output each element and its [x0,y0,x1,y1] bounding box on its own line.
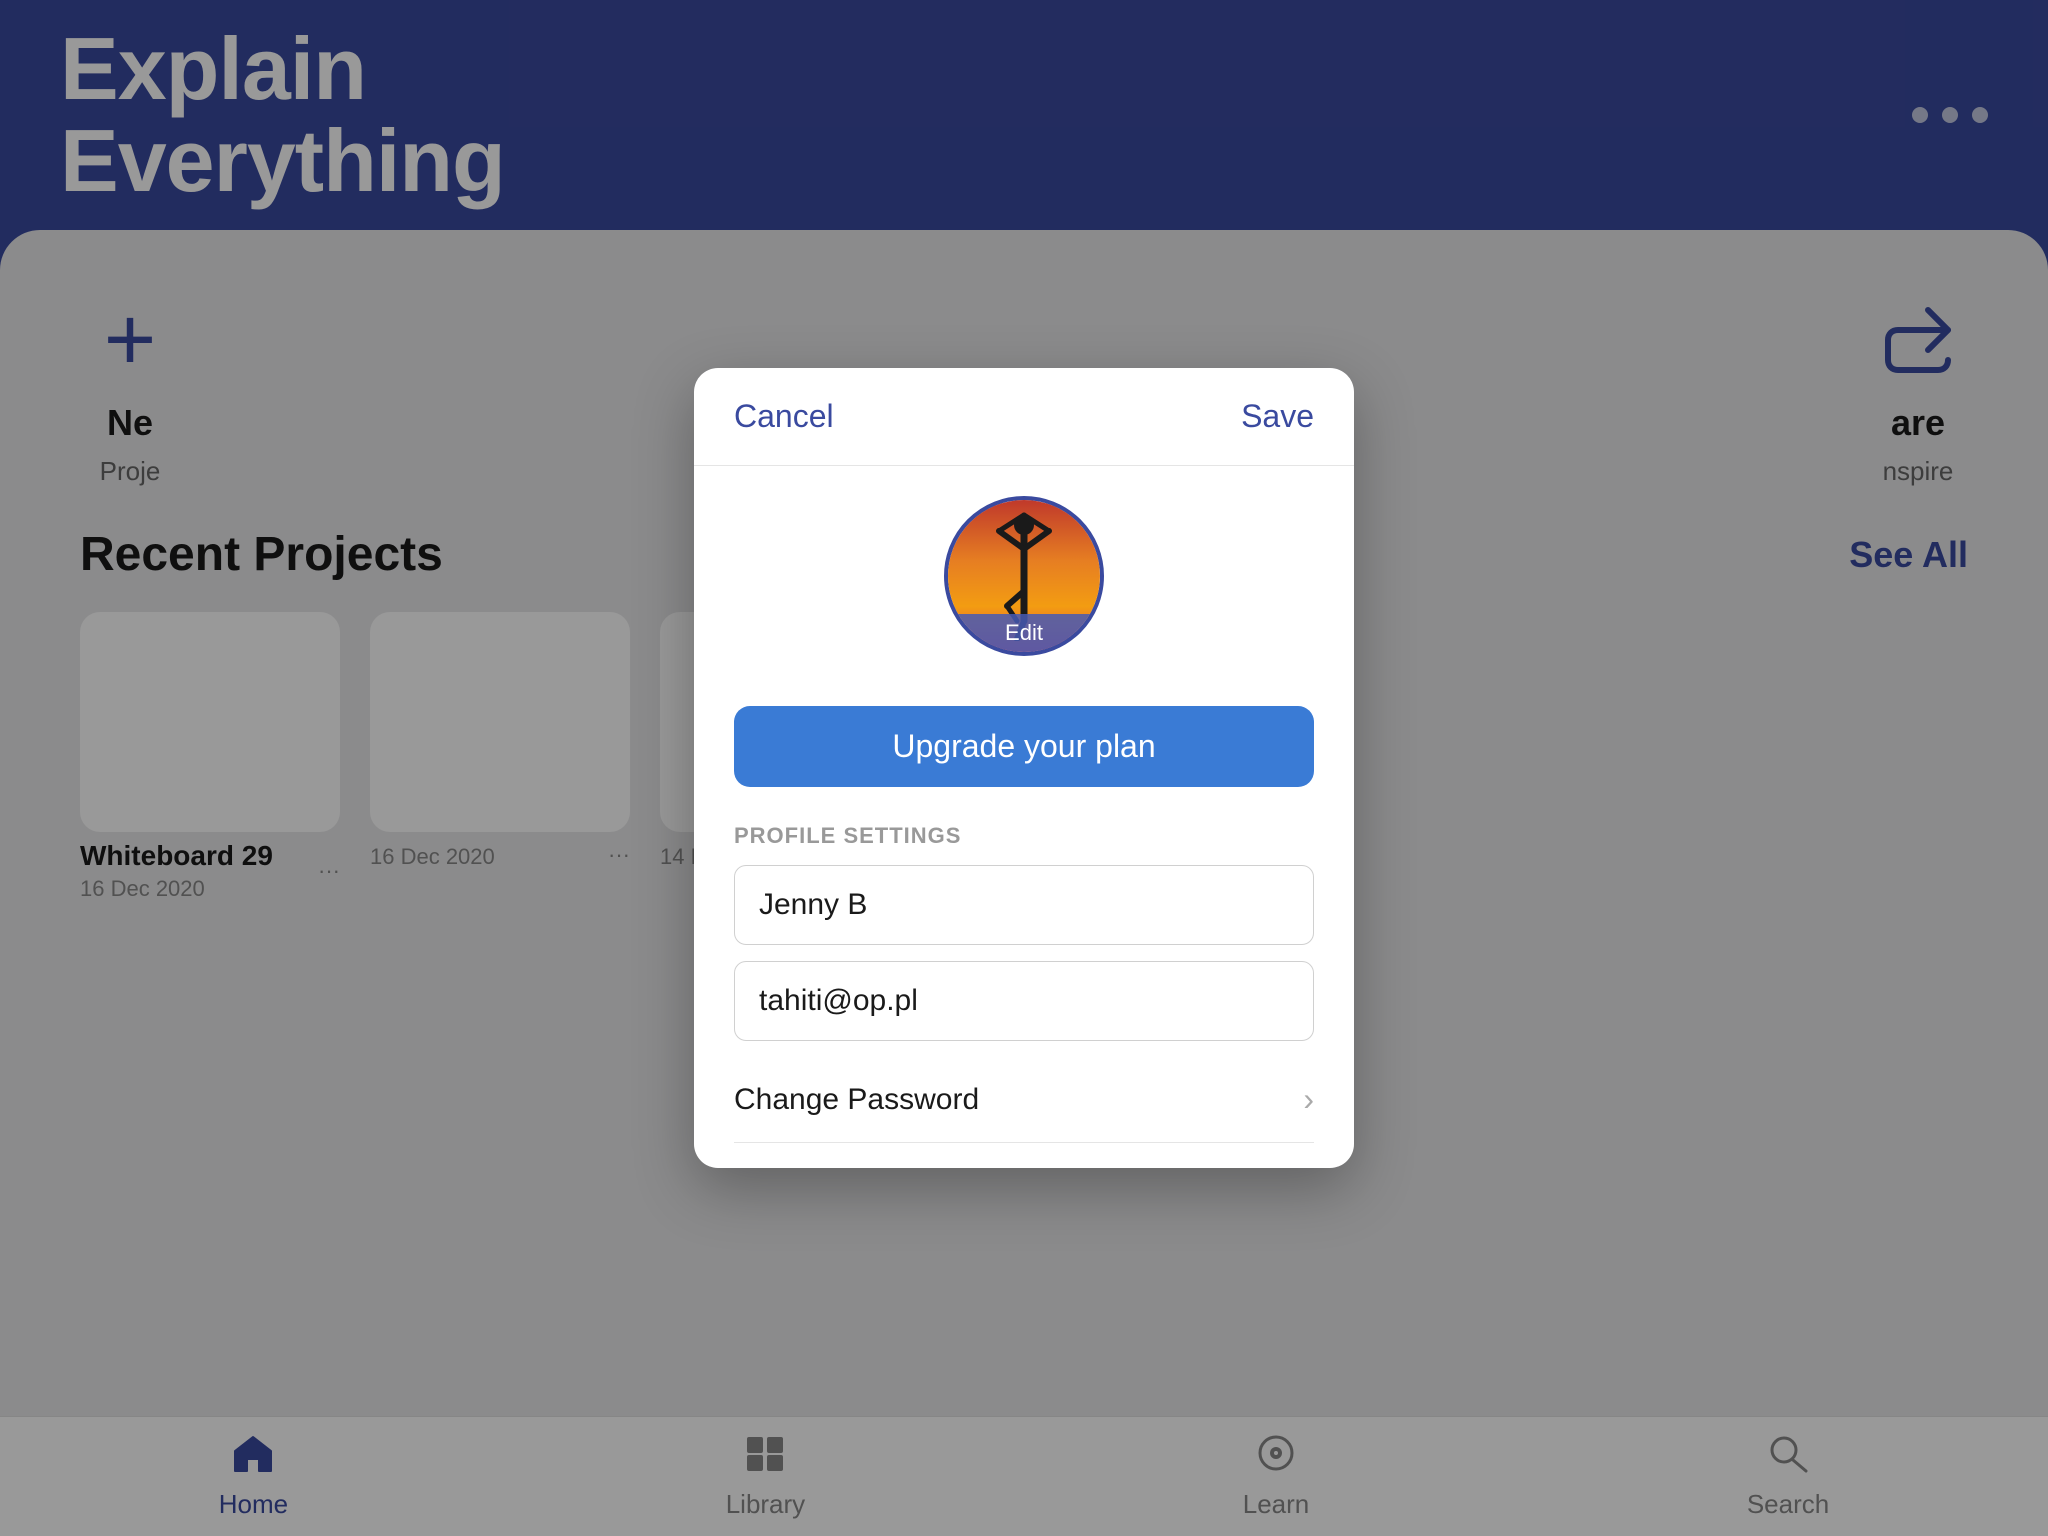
profile-section-label: PROFILE SETTINGS [734,823,1314,849]
profile-modal: Cancel Save [694,368,1354,1168]
change-password-row[interactable]: Change Password › [734,1057,1314,1143]
modal-body: Edit Upgrade your plan PROFILE SETTINGS … [694,466,1354,1168]
upgrade-button[interactable]: Upgrade your plan [734,706,1314,787]
name-input[interactable] [734,865,1314,945]
avatar-edit-label: Edit [948,614,1100,652]
email-input[interactable] [734,961,1314,1041]
avatar-circle: Edit [944,496,1104,656]
change-password-label: Change Password [734,1083,979,1117]
modal-overlay[interactable]: Cancel Save [0,0,2048,1536]
avatar-section: Edit [734,496,1314,676]
cancel-button[interactable]: Cancel [734,398,834,435]
modal-header: Cancel Save [694,368,1354,466]
save-button[interactable]: Save [1241,398,1314,435]
avatar-wrapper[interactable]: Edit [944,496,1104,676]
chevron-right-icon: › [1303,1081,1314,1118]
